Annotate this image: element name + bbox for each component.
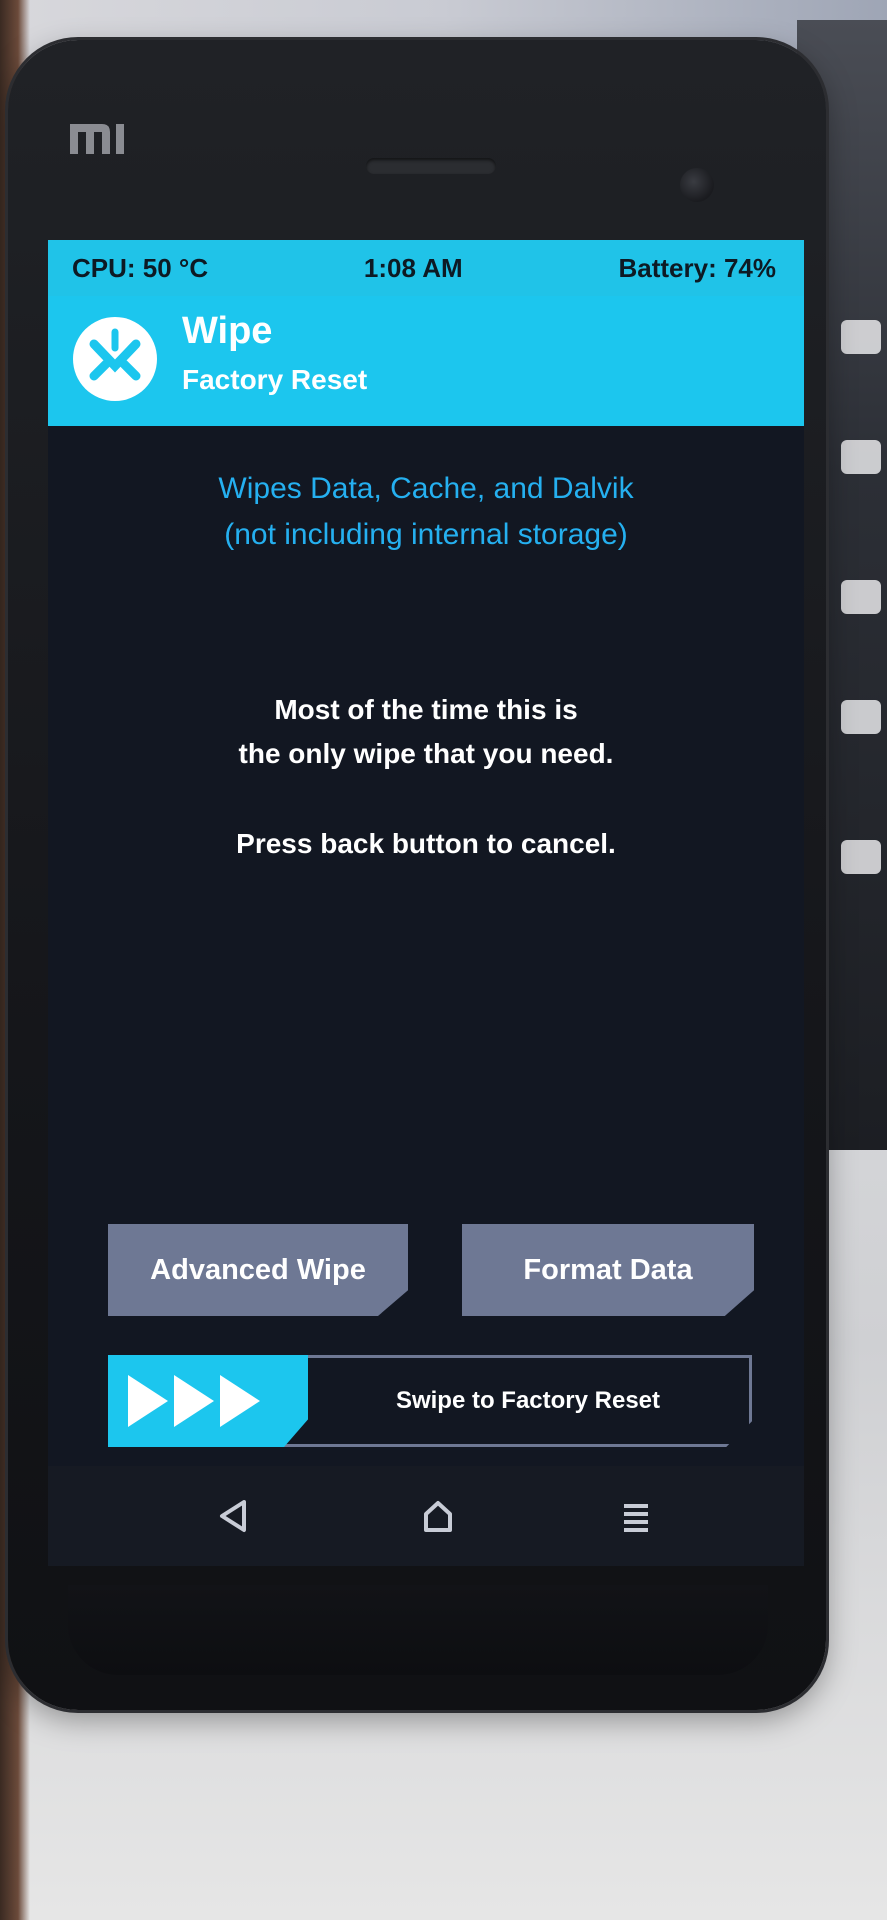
wipe-description: Wipes Data, Cache, and Dalvik (not inclu… xyxy=(48,466,804,558)
page-subtitle: Factory Reset xyxy=(182,364,368,395)
keyboard-key xyxy=(841,440,881,474)
back-triangle-icon xyxy=(220,1500,246,1532)
mi-logo-icon xyxy=(70,124,124,154)
keyboard-key xyxy=(841,580,881,614)
info-line: the only wipe that you need. xyxy=(238,738,614,769)
navigation-bar xyxy=(48,1466,804,1566)
menu-button[interactable] xyxy=(608,1488,664,1544)
advanced-wipe-button[interactable]: Advanced Wipe xyxy=(108,1224,408,1316)
info-text: Most of the time this is the only wipe t… xyxy=(48,688,804,866)
front-camera xyxy=(680,168,714,202)
keyboard-key xyxy=(841,840,881,874)
arrow-right-icon xyxy=(128,1375,168,1427)
twrp-logo-icon xyxy=(73,317,157,401)
keyboard-key xyxy=(841,320,881,354)
info-line: Most of the time this is xyxy=(274,694,578,725)
phone-chin xyxy=(68,1585,768,1675)
swipe-label: Swipe to Factory Reset xyxy=(395,1387,661,1414)
home-icon xyxy=(424,1501,452,1532)
arrow-right-icon xyxy=(220,1375,260,1427)
battery-level: Battery: 74% xyxy=(618,252,776,283)
arrow-right-icon xyxy=(174,1375,214,1427)
title-bar: Wipe Factory Reset xyxy=(48,296,804,426)
twrp-screen: CPU: 50 °C 1:08 AM Battery: 74% Wipe Fac… xyxy=(48,240,804,1566)
earpiece-speaker xyxy=(366,158,496,174)
swipe-handle[interactable] xyxy=(108,1355,308,1447)
description-line: Wipes Data, Cache, and Dalvik xyxy=(218,472,634,505)
back-button[interactable] xyxy=(206,1488,262,1544)
phone-body: CPU: 50 °C 1:08 AM Battery: 74% Wipe Fac… xyxy=(8,40,826,1710)
menu-icon xyxy=(624,1504,648,1532)
page-title: Wipe xyxy=(182,310,273,352)
keyboard-key xyxy=(841,700,881,734)
status-bar: CPU: 50 °C 1:08 AM Battery: 74% xyxy=(48,240,804,296)
clock: 1:08 AM xyxy=(363,252,463,283)
home-button[interactable] xyxy=(410,1488,466,1544)
cancel-hint: Press back button to cancel. xyxy=(236,828,616,859)
description-line: (not including internal storage) xyxy=(224,518,628,551)
cpu-temperature: CPU: 50 °C xyxy=(72,252,209,283)
format-data-button[interactable]: Format Data xyxy=(462,1224,754,1316)
